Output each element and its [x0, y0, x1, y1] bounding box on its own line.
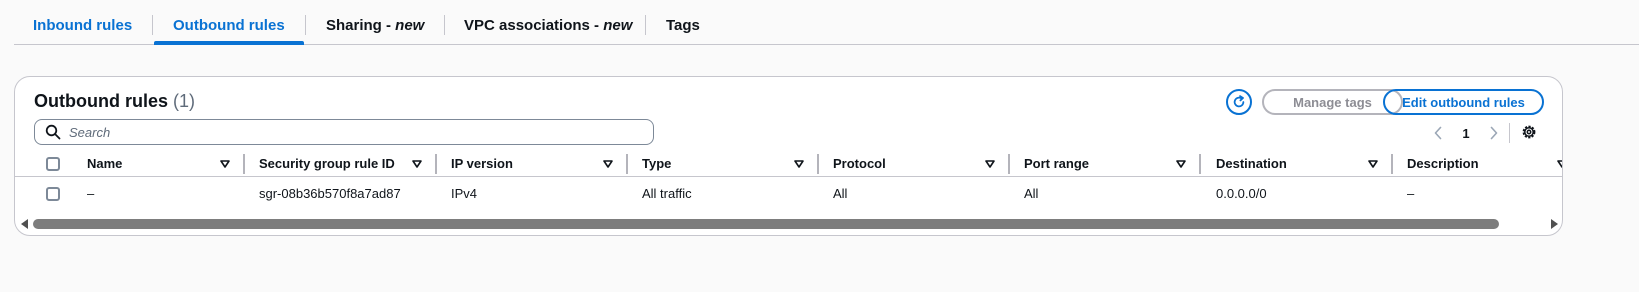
- panel-title: Outbound rules (1): [34, 91, 195, 112]
- column-resizer[interactable]: [1008, 154, 1010, 174]
- cell-ip-version: IPv4: [451, 186, 478, 201]
- search-input[interactable]: [69, 124, 639, 140]
- button-label: Edit outbound rules: [1402, 94, 1525, 110]
- tab-divider: [152, 15, 153, 35]
- chevron-left-icon[interactable]: [1431, 125, 1445, 141]
- column-header-destination[interactable]: Destination: [1216, 151, 1287, 177]
- chevron-right-icon[interactable]: [1487, 125, 1501, 141]
- column-resizer[interactable]: [817, 154, 819, 174]
- tab-label: VPC associations -: [464, 17, 604, 34]
- tab-tags[interactable]: Tags: [666, 0, 700, 45]
- current-page[interactable]: 1: [1462, 126, 1469, 141]
- tab-new-badge: new: [603, 17, 633, 34]
- sort-caret-icon[interactable]: [412, 159, 422, 169]
- edit-outbound-rules-button[interactable]: Edit outbound rules: [1383, 89, 1544, 115]
- cell-description: –: [1407, 186, 1415, 201]
- column-resizer[interactable]: [243, 154, 245, 174]
- tab-new-badge: new: [395, 17, 425, 34]
- refresh-button[interactable]: [1226, 89, 1252, 115]
- sort-caret-icon[interactable]: [985, 159, 995, 169]
- search-field[interactable]: [34, 119, 654, 145]
- cell-type: All traffic: [642, 186, 692, 201]
- pagination: 1: [1431, 123, 1501, 143]
- column-resizer[interactable]: [1199, 154, 1201, 174]
- cell-port-range: All: [1024, 186, 1039, 201]
- rule-count: (1): [173, 91, 196, 111]
- cell-name: –: [87, 186, 95, 201]
- tab-divider: [305, 15, 306, 35]
- tab-vpc-associations[interactable]: VPC associations - new: [464, 0, 632, 45]
- scroll-left-icon[interactable]: [18, 217, 32, 231]
- tab-divider: [444, 15, 445, 35]
- tab-label: Tags: [666, 17, 700, 34]
- search-icon: [45, 124, 61, 140]
- tab-divider: [645, 15, 646, 35]
- pager-divider: [1509, 123, 1510, 143]
- cell-protocol: All: [833, 186, 848, 201]
- tab-inbound-rules[interactable]: Inbound rules: [33, 0, 132, 45]
- tab-label: Outbound rules: [173, 17, 285, 34]
- scroll-track[interactable]: [33, 219, 1545, 229]
- row-checkbox[interactable]: [46, 187, 60, 201]
- tab-sharing[interactable]: Sharing - new: [326, 0, 424, 45]
- manage-tags-button[interactable]: Manage tags: [1262, 89, 1403, 115]
- panel-title-text: Outbound rules: [34, 91, 168, 111]
- sort-caret-icon[interactable]: [220, 159, 230, 169]
- sort-caret-icon[interactable]: [1368, 159, 1378, 169]
- tab-outbound-rules[interactable]: Outbound rules: [154, 0, 304, 45]
- gear-icon[interactable]: [1520, 123, 1538, 141]
- tab-bar: Inbound rules Outbound rules Sharing - n…: [14, 0, 1639, 45]
- column-header-rule-id[interactable]: Security group rule ID: [259, 151, 395, 177]
- tab-label: Inbound rules: [33, 17, 133, 34]
- column-resizer[interactable]: [626, 154, 628, 174]
- column-header-type[interactable]: Type: [642, 151, 671, 177]
- column-header-protocol[interactable]: Protocol: [833, 151, 886, 177]
- cell-rule-id: sgr-08b36b570f8a7ad87: [259, 186, 401, 201]
- column-resizer[interactable]: [435, 154, 437, 174]
- column-header-ip-version[interactable]: IP version: [451, 151, 513, 177]
- refresh-icon: [1233, 95, 1245, 108]
- sort-caret-icon[interactable]: [603, 159, 613, 169]
- column-header-description[interactable]: Description: [1407, 151, 1479, 177]
- select-all-checkbox[interactable]: [46, 157, 60, 171]
- sort-caret-icon[interactable]: [1557, 159, 1563, 169]
- outbound-rules-panel: Outbound rules (1) Manage tags Edit outb…: [14, 76, 1563, 236]
- cell-destination: 0.0.0.0/0: [1216, 186, 1267, 201]
- scroll-right-icon[interactable]: [1547, 217, 1561, 231]
- sort-caret-icon[interactable]: [794, 159, 804, 169]
- column-header-name[interactable]: Name: [87, 151, 122, 177]
- scroll-thumb[interactable]: [33, 219, 1499, 229]
- column-resizer[interactable]: [1391, 154, 1393, 174]
- column-header-port-range[interactable]: Port range: [1024, 151, 1089, 177]
- horizontal-scrollbar[interactable]: [15, 217, 1562, 231]
- table-row[interactable]: – sgr-08b36b570f8a7ad87 IPv4 All traffic…: [15, 178, 1562, 210]
- tab-label: Sharing -: [326, 17, 396, 34]
- sort-caret-icon[interactable]: [1176, 159, 1186, 169]
- button-label: Manage tags: [1293, 94, 1372, 110]
- table-header: Name Security group rule ID IP version T…: [15, 151, 1563, 177]
